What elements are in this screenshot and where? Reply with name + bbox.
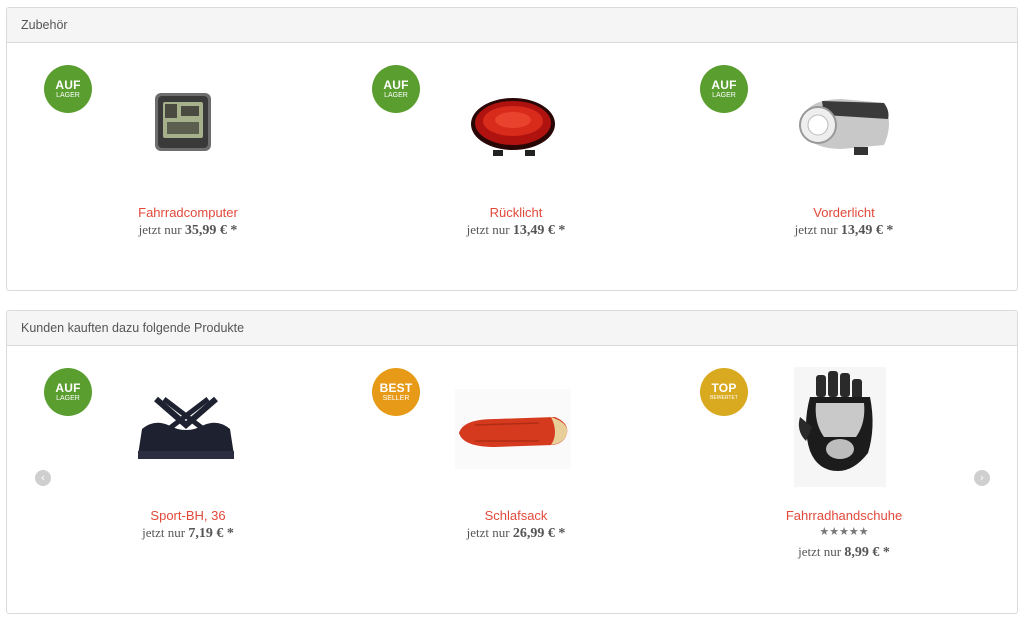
bestseller-badge: BEST SELLER: [372, 368, 420, 416]
sports-bra-image[interactable]: [134, 395, 238, 468]
sleeping-bag-image[interactable]: [455, 389, 571, 474]
in-stock-badge: AUF LAGER: [700, 65, 748, 113]
product-card[interactable]: BEST SELLER Schlafsack jetzt nur 26,99 €…: [352, 361, 680, 591]
product-name-link[interactable]: Vorderlicht: [680, 205, 1008, 220]
product-name-link[interactable]: Fahrradcomputer: [24, 205, 352, 220]
in-stock-badge: AUF LAGER: [44, 65, 92, 113]
product-card[interactable]: AUF LAGER Sport-BH, 36 jetzt nur 7,19 € …: [24, 361, 352, 591]
customers-also-bought-title: Kunden kauften dazu folgende Produkte: [7, 311, 1017, 346]
top-rated-badge: TOP BEWERTET: [700, 368, 748, 416]
product-price: jetzt nur 8,99 € *: [798, 544, 890, 560]
product-name-link[interactable]: Rücklicht: [352, 205, 680, 220]
product-card[interactable]: AUF LAGER Rücklicht jetzt nur 13,49 € *: [352, 58, 680, 288]
front-light-image[interactable]: [792, 93, 896, 162]
product-price: jetzt nur 7,19 € *: [142, 525, 234, 541]
rear-light-image[interactable]: [469, 96, 557, 163]
in-stock-badge: AUF LAGER: [44, 368, 92, 416]
product-name-link[interactable]: Sport-BH, 36: [24, 508, 352, 523]
product-name-link[interactable]: Fahrradhandschuhe: [680, 508, 1008, 523]
product-card[interactable]: AUF LAGER Fahrradcomputer jetzt nur 35,9…: [24, 58, 352, 288]
product-price: jetzt nur 13,49 € *: [794, 222, 894, 238]
product-price: jetzt nur 26,99 € *: [466, 525, 566, 541]
product-price: jetzt nur 35,99 € *: [138, 222, 238, 238]
product-card[interactable]: AUF LAGER Vorderlicht jetzt nur 13,49 € …: [680, 58, 1008, 288]
bike-computer-image[interactable]: [154, 91, 214, 158]
accessories-panel-title: Zubehör: [7, 8, 1017, 43]
accessories-panel: Zubehör AUF LAGER Fahrradcomputer jetzt …: [6, 7, 1018, 291]
star-rating: ★★★★★: [819, 526, 869, 538]
product-name-link[interactable]: Schlafsack: [352, 508, 680, 523]
in-stock-badge: AUF LAGER: [372, 65, 420, 113]
cycling-gloves-image[interactable]: [794, 367, 886, 492]
product-price: jetzt nur 13,49 € *: [466, 222, 566, 238]
product-card[interactable]: TOP BEWERTET Fahrradhandschuhe ★★★★★ jet…: [680, 361, 1008, 591]
customers-also-bought-panel: Kunden kauften dazu folgende Produkte ‹ …: [6, 310, 1018, 614]
